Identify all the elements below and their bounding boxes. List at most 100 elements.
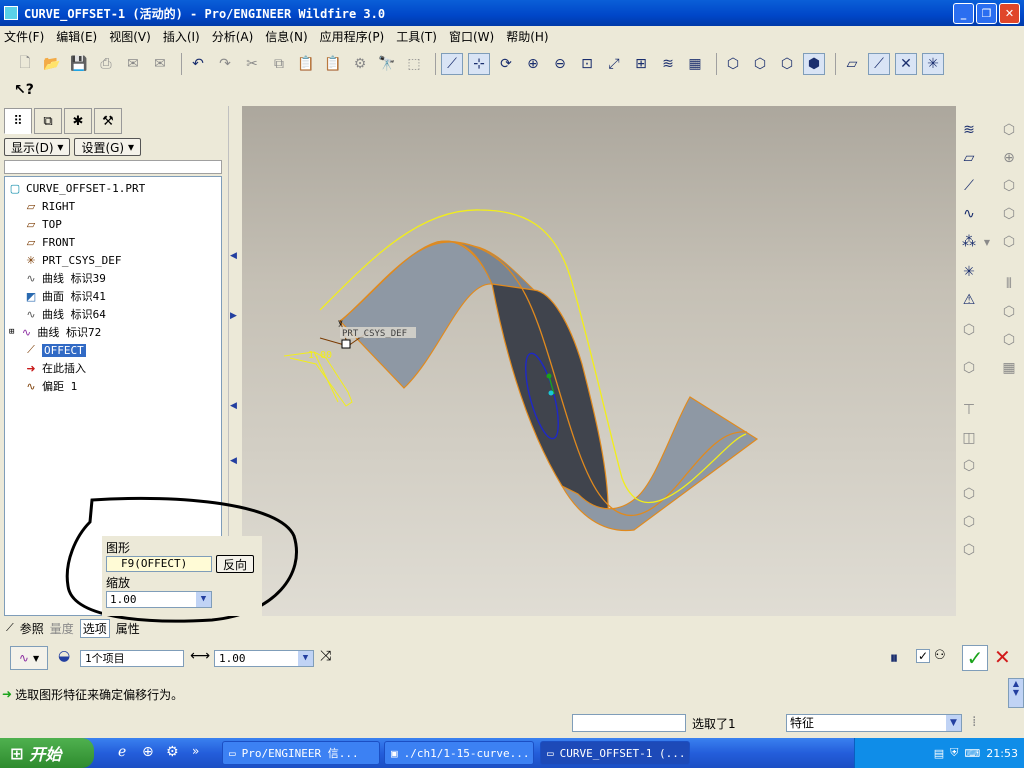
dimension-value[interactable]: 1.00	[308, 350, 332, 361]
save-icon[interactable]: 💾	[68, 53, 90, 75]
rib-icon[interactable]: ◫	[958, 428, 980, 448]
shading-icon[interactable]: ⬢	[803, 53, 825, 75]
chevron-down-icon[interactable]: ▼	[946, 715, 961, 731]
spin-center-icon[interactable]: ⊹	[468, 53, 490, 75]
scale-field[interactable]: 1.00 ▼	[106, 591, 212, 608]
cancel-icon[interactable]: ✕	[994, 645, 1011, 669]
paste-special-icon[interactable]: 📋	[322, 53, 344, 75]
tab-properties[interactable]: 属性	[116, 620, 140, 637]
extrude-icon[interactable]: ⬡	[998, 120, 1020, 140]
collapse-arrow-icon[interactable]: ◀	[230, 401, 237, 411]
sweep-icon[interactable]: ⬡	[998, 176, 1020, 196]
close-button[interactable]: ✕	[999, 3, 1020, 24]
refit-icon[interactable]: ⊡	[576, 53, 598, 75]
minimize-button[interactable]: _	[953, 3, 974, 24]
mirror-icon[interactable]: ⫴	[998, 274, 1020, 294]
restore-button[interactable]: ❐	[976, 3, 997, 24]
reorient-icon[interactable]: ⤢	[603, 53, 625, 75]
draft-icon[interactable]: ⬡	[958, 456, 980, 476]
paste-icon[interactable]: 📋	[295, 53, 317, 75]
email-link-icon[interactable]: ✉	[149, 53, 171, 75]
datum-planes-icon[interactable]: ▱	[841, 53, 863, 75]
hidden-line-icon[interactable]: ⬡	[749, 53, 771, 75]
cut-icon[interactable]: ✂	[241, 53, 263, 75]
tree-item-curve-39[interactable]: ∿ 曲线 标识39	[23, 269, 105, 287]
start-button[interactable]: ⊞ 开始	[0, 738, 94, 768]
chevron-down-icon[interactable]: ▼	[982, 232, 992, 252]
reference-field[interactable]: 1个项目	[80, 650, 184, 667]
menu-view[interactable]: 视图(V)	[109, 28, 151, 45]
print-icon[interactable]: ⎙	[95, 53, 117, 75]
trim-icon[interactable]: ⬡	[998, 330, 1020, 350]
preview-glasses-icon[interactable]: ⚇	[934, 648, 946, 663]
menu-applications[interactable]: 应用程序(P)	[320, 28, 385, 45]
collapse-arrow-icon[interactable]: ◀	[230, 251, 237, 261]
ime-icon[interactable]: ⌨	[964, 747, 980, 760]
tree-item-right[interactable]: ▱ RIGHT	[23, 197, 75, 215]
offset-type-dropdown[interactable]: ∿ ▼	[10, 646, 48, 670]
menu-file[interactable]: 文件(F)	[4, 28, 44, 45]
tree-item-curve-72[interactable]: ⊞ ∿ 曲线 标识72	[9, 323, 101, 341]
csys-tool-icon[interactable]: ✳	[958, 262, 980, 282]
saved-views-icon[interactable]: ⊞	[630, 53, 652, 75]
fillet-icon[interactable]: ⬡	[958, 540, 980, 560]
copy-icon[interactable]: ⧉	[268, 53, 290, 75]
task-curve-offset[interactable]: ▭ CURVE_OFFSET-1 (...	[540, 741, 690, 765]
chevron-down-icon[interactable]: ▼	[196, 592, 211, 607]
flip-direction-icon[interactable]: ⤨	[320, 648, 331, 664]
menu-info[interactable]: 信息(N)	[265, 28, 307, 45]
datum-points-icon[interactable]: ✕	[895, 53, 917, 75]
menu-help[interactable]: 帮助(H)	[506, 28, 548, 45]
menu-edit[interactable]: 编辑(E)	[56, 28, 97, 45]
collapse-arrow-icon[interactable]: ◀	[230, 456, 237, 466]
open-icon[interactable]: 📂	[41, 53, 63, 75]
distance-field[interactable]: 1.00 ▼	[214, 650, 314, 667]
tab-references[interactable]: 参照	[20, 620, 44, 637]
pattern-icon[interactable]: ⬡	[958, 320, 980, 340]
tree-item-surface-41[interactable]: ◩ 曲面 标识41	[23, 287, 106, 305]
chevron-down-icon[interactable]: ▼	[298, 651, 313, 666]
zoom-in-icon[interactable]: ⊕	[522, 53, 544, 75]
new-icon[interactable]: 🗋	[14, 53, 36, 75]
favorites-tab-icon[interactable]: ✱	[64, 108, 92, 134]
merge-icon[interactable]: ⬡	[998, 302, 1020, 322]
tree-item-offset-1[interactable]: ∿ 偏距 1	[23, 377, 77, 395]
boundary-blend-icon[interactable]: ⬡	[998, 232, 1020, 252]
sketch-icon[interactable]: ≋	[958, 120, 980, 140]
edge-round-icon[interactable]: ⬡	[958, 512, 980, 532]
select-box-icon[interactable]: ⬚	[403, 53, 425, 75]
tab-options[interactable]: 选项	[79, 618, 110, 638]
datum-plane-tool-icon[interactable]: ▱	[958, 148, 980, 168]
expand-arrow-icon[interactable]: ▶	[230, 311, 237, 321]
context-help-icon[interactable]: ↖?	[14, 82, 38, 102]
model-tree-tab-icon[interactable]: ⠿	[4, 108, 32, 134]
tree-item-top[interactable]: ▱ TOP	[23, 215, 62, 233]
tree-item-part[interactable]: ▢ CURVE_OFFSET-1.PRT	[7, 179, 145, 197]
expand-icon[interactable]: ⊞	[9, 327, 14, 337]
connections-tab-icon[interactable]: ⚒	[94, 108, 122, 134]
datum-axis-tool-icon[interactable]: ⟋	[958, 176, 980, 196]
no-hidden-icon[interactable]: ⬡	[776, 53, 798, 75]
revolve-icon[interactable]: ⊕	[998, 148, 1020, 168]
orient-icon[interactable]: ⟳	[495, 53, 517, 75]
verify-checkbox[interactable]: ✓	[916, 649, 930, 663]
hole-icon[interactable]: ⬡	[958, 358, 980, 378]
datum-point-icon[interactable]: ⁂	[958, 232, 980, 252]
redo-icon[interactable]: ↷	[214, 53, 236, 75]
layers-icon[interactable]: ≋	[657, 53, 679, 75]
show-dropdown[interactable]: 显示(D) ▾	[4, 138, 71, 156]
message-scrollbar[interactable]: ▲ ▼	[1008, 678, 1024, 708]
task-proe-info[interactable]: ▭ Pro/ENGINEER 信...	[222, 741, 380, 765]
chamfer-icon[interactable]: ⬡	[958, 484, 980, 504]
blend-icon[interactable]: ⬡	[998, 204, 1020, 224]
flip-button[interactable]: 反向	[216, 555, 254, 573]
view-manager-icon[interactable]: ▦	[684, 53, 706, 75]
tree-item-curve-64[interactable]: ∿ 曲线 标识64	[23, 305, 105, 323]
undo-icon[interactable]: ↶	[187, 53, 209, 75]
confirm-button[interactable]: ✓	[962, 645, 988, 671]
app-launcher-icon[interactable]: ⚙	[166, 744, 179, 760]
settings-dropdown[interactable]: 设置(G) ▾	[74, 138, 141, 156]
find-icon[interactable]: 🔭	[376, 53, 398, 75]
tree-item-front[interactable]: ▱ FRONT	[23, 233, 75, 251]
tray-icon[interactable]: ▤	[934, 747, 944, 760]
